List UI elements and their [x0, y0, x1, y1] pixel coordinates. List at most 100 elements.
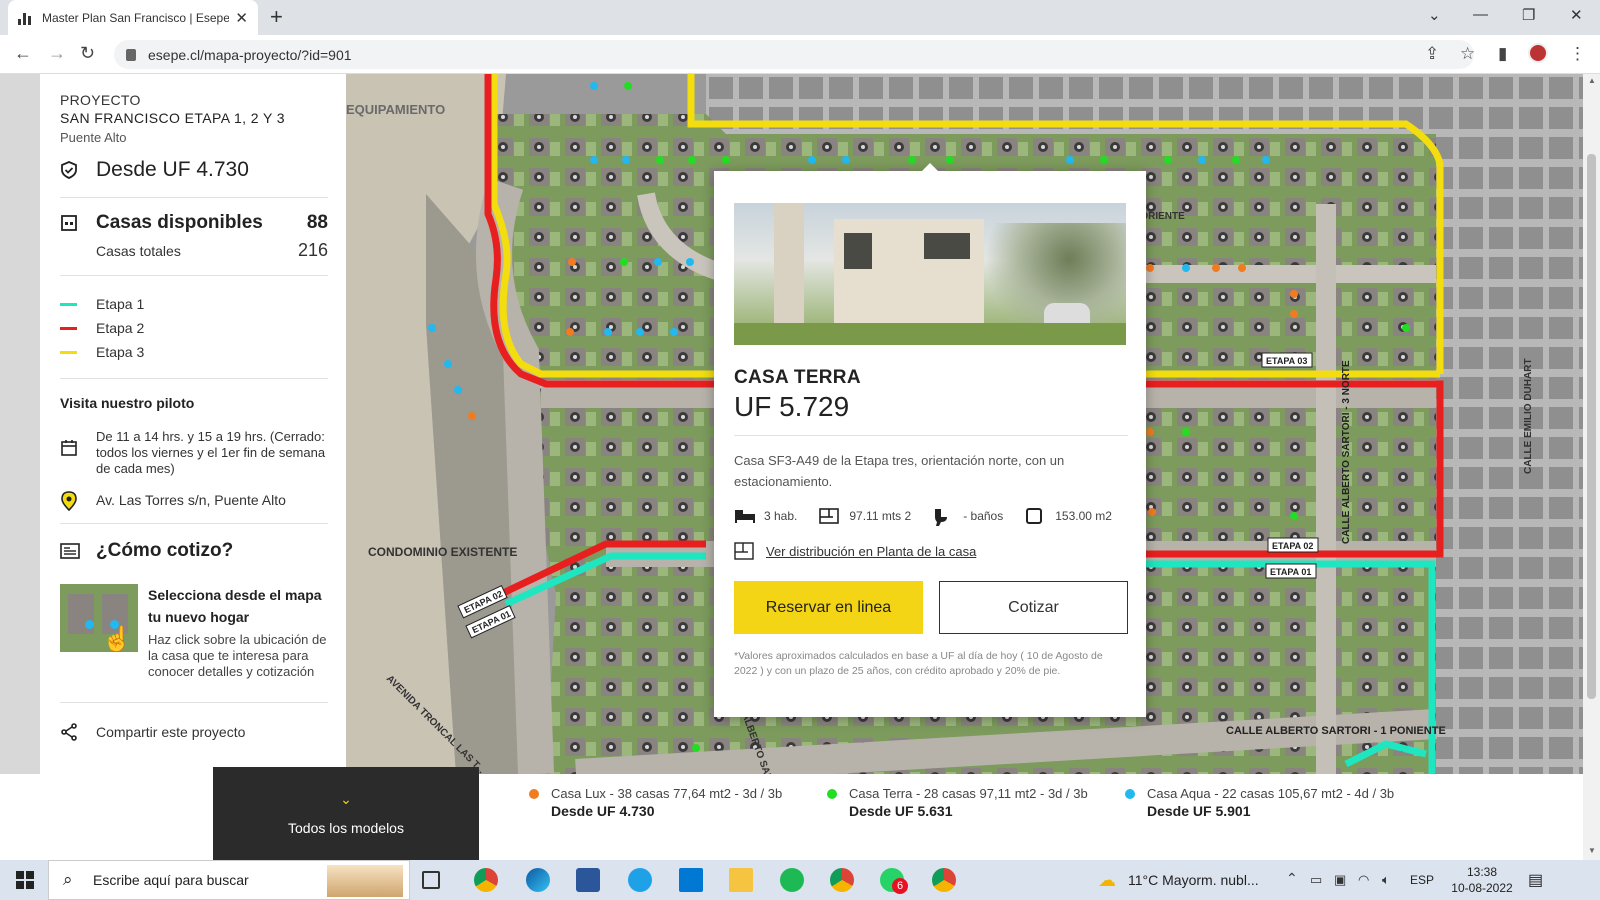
- language-indicator[interactable]: ESP: [1410, 873, 1434, 887]
- tray-chevron-icon[interactable]: ⌃: [1286, 870, 1298, 887]
- proyecto-label: PROYECTO: [60, 92, 141, 108]
- page-content: EQUIPAMIENTO CONDOMINIO EXISTENTE 1 ORIE…: [0, 74, 1600, 774]
- spec-beds: 3 hab.: [734, 508, 797, 524]
- floorplan-link[interactable]: Ver distribución en Planta de la casa: [734, 542, 1128, 560]
- close-window-icon[interactable]: ✕: [1570, 6, 1583, 24]
- word-icon[interactable]: [576, 868, 600, 892]
- tab-title: Master Plan San Francisco | Esepe: [42, 10, 230, 25]
- available-count: 88: [306, 212, 328, 233]
- windows-start-icon[interactable]: [16, 871, 34, 889]
- map-thumbnail: ☝: [60, 584, 138, 652]
- model-terra-dot: [827, 789, 837, 799]
- price-disclaimer: *Valores aproximados calculados en base …: [734, 650, 1103, 677]
- chrome-active-icon[interactable]: [932, 868, 956, 892]
- page-scrollbar[interactable]: ▲ ▼: [1583, 74, 1600, 860]
- bed-icon: [734, 508, 756, 524]
- restore-icon[interactable]: ❐: [1522, 6, 1535, 24]
- volume-icon[interactable]: 🔈︎: [1382, 872, 1390, 888]
- model-item-lux[interactable]: Casa Lux - 38 casas 77,64 mt2 - 3d / 3b …: [529, 786, 801, 819]
- etapa-tag-01: ETAPA 01: [1265, 563, 1317, 579]
- shield-check-icon: [60, 161, 78, 179]
- map-label-sartori-norte: CALLE ALBERTO SARTORI - 3 NORTE: [1341, 360, 1352, 544]
- project-name: SAN FRANCISCO ETAPA 1, 2 Y 3: [60, 110, 285, 126]
- models-bar: ⌄ Todos los modelos Casa Lux - 38 casas …: [0, 767, 1583, 860]
- file-explorer-icon[interactable]: [729, 868, 753, 892]
- task-view-icon[interactable]: [422, 871, 440, 889]
- browser-tab[interactable]: Master Plan San Francisco | Esepe ✕: [8, 0, 258, 35]
- quote-form-icon: [60, 542, 80, 560]
- mail-icon[interactable]: [679, 868, 703, 892]
- chrome-profile-icon[interactable]: [830, 868, 854, 892]
- card-price: UF 5.729: [734, 391, 850, 422]
- internet-explorer-icon[interactable]: [628, 868, 652, 892]
- tab-search-chevron-icon[interactable]: ⌄: [1428, 6, 1441, 24]
- visit-address: Av. Las Torres s/n, Puente Alto: [96, 492, 286, 508]
- quote-step-text: Haz click sobre la ubicación de la casa …: [148, 632, 327, 679]
- weather-text[interactable]: 11°C Mayorm. nubl...: [1128, 872, 1259, 888]
- building-icon: [60, 214, 78, 232]
- visit-title: Visita nuestro piloto: [60, 395, 195, 411]
- house-photo: [734, 203, 1126, 345]
- card-description: Casa SF3-A49 de la Etapa tres, orientaci…: [734, 453, 1065, 489]
- url-text: esepe.cl/mapa-proyecto/?id=901: [148, 46, 352, 63]
- clock[interactable]: 13:38 10-08-2022: [1444, 864, 1520, 896]
- weather-icon: ☁: [1098, 870, 1116, 890]
- forward-icon[interactable]: →: [48, 43, 66, 64]
- close-tab-icon[interactable]: ✕: [235, 9, 248, 27]
- back-icon[interactable]: ←: [14, 43, 32, 64]
- svg-text:ETAPA 02: ETAPA 02: [1272, 541, 1313, 551]
- location-pin-icon: [60, 491, 78, 512]
- reload-icon[interactable]: ↻: [80, 43, 95, 64]
- map-label-sartori-poniente: CALLE ALBERTO SARTORI - 1 PONIENTE: [1226, 725, 1446, 737]
- chrome-icon[interactable]: [474, 868, 498, 892]
- taskbar-search-box[interactable]: ⌕ Escribe aquí para buscar: [48, 860, 410, 900]
- quote-button[interactable]: Cotizar: [939, 581, 1128, 634]
- search-icon: ⌕: [63, 870, 73, 889]
- etapa-tag-02: ETAPA 02: [1267, 537, 1319, 553]
- wifi-icon[interactable]: ◠: [1358, 872, 1369, 888]
- map-label-condominio: CONDOMINIO EXISTENTE: [368, 545, 517, 559]
- scrollbar-thumb[interactable]: [1587, 154, 1596, 699]
- stage-1-swatch: [60, 302, 77, 306]
- total-label: Casas totales: [96, 242, 181, 259]
- model-item-terra[interactable]: Casa Terra - 28 casas 97,11 mt2 - 3d / 3…: [827, 786, 1099, 819]
- tray-meet-icon[interactable]: ▣: [1334, 872, 1346, 888]
- browser-tab-strip: Master Plan San Francisco | Esepe ✕ + ⌄ …: [0, 0, 1600, 35]
- all-models-button[interactable]: ⌄ Todos los modelos: [213, 767, 479, 860]
- stage-3-swatch: [60, 350, 77, 354]
- svg-text:ETAPA 03: ETAPA 03: [1266, 356, 1307, 366]
- house-specs: 3 hab. 97.11 mts 2 - baños 153.00 m2: [734, 508, 1128, 526]
- side-panel-icon[interactable]: ▮: [1498, 44, 1507, 64]
- project-sidebar: PROYECTO SAN FRANCISCO ETAPA 1, 2 Y 3 Pu…: [40, 74, 346, 774]
- notifications-icon[interactable]: ▤: [1528, 870, 1543, 890]
- edge-icon[interactable]: [526, 868, 550, 892]
- new-tab-icon[interactable]: +: [270, 4, 283, 30]
- total-count: 216: [297, 240, 328, 260]
- project-location: Puente Alto: [60, 130, 127, 145]
- model-lux-dot: [529, 789, 539, 799]
- map-label-duhart: CALLE EMILIO DUHART: [1523, 358, 1534, 474]
- model-item-aqua[interactable]: Casa Aqua - 22 casas 105,67 mt2 - 4d / 3…: [1125, 786, 1397, 819]
- scroll-down-icon[interactable]: ▼: [1588, 846, 1596, 855]
- profile-avatar[interactable]: [1528, 43, 1548, 63]
- price-from: Desde UF 4.730: [96, 158, 249, 181]
- reserve-online-button[interactable]: Reservar en linea: [734, 581, 923, 634]
- pointer-hand-icon: ☝: [102, 626, 132, 653]
- whatsapp-icon[interactable]: 6: [880, 868, 908, 894]
- spotify-icon[interactable]: [780, 868, 804, 892]
- share-page-icon[interactable]: ⇪: [1425, 44, 1439, 64]
- minimize-icon[interactable]: —: [1473, 6, 1488, 23]
- toilet-icon: [933, 508, 955, 526]
- browser-menu-icon[interactable]: ⋮: [1569, 44, 1586, 64]
- scroll-up-icon[interactable]: ▲: [1588, 76, 1596, 85]
- stage-2-swatch: [60, 326, 77, 330]
- bookmark-star-icon[interactable]: ☆: [1460, 44, 1475, 64]
- share-project-link[interactable]: Compartir este proyecto: [60, 723, 328, 741]
- spec-lot: 153.00 m2: [1025, 508, 1112, 524]
- spec-area: 97.11 mts 2: [819, 508, 911, 524]
- tray-device-icon[interactable]: ▭: [1310, 872, 1322, 888]
- map-label-equipamiento: EQUIPAMIENTO: [346, 102, 445, 117]
- quote-step-title: Selecciona desde el mapa tu nuevo hogar: [148, 587, 322, 625]
- house-detail-card: CASA TERRA UF 5.729 Casa SF3-A49 de la E…: [714, 163, 1146, 717]
- url-field[interactable]: esepe.cl/mapa-proyecto/?id=901: [114, 40, 1474, 69]
